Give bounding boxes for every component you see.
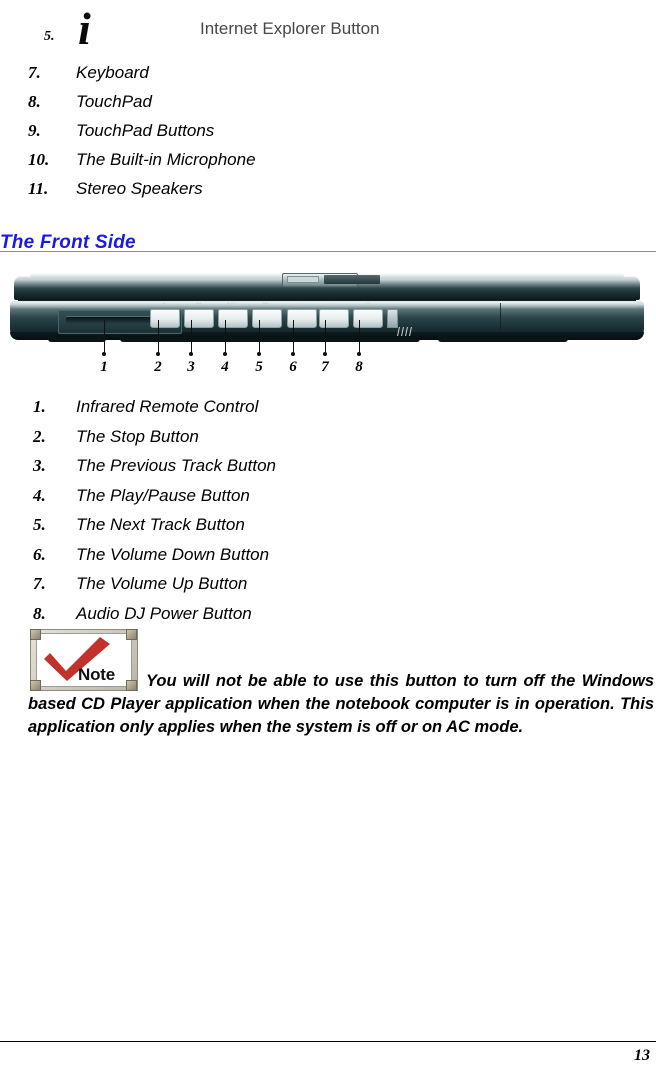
note-callout: Note You will not be able to use this bu…: [28, 627, 654, 739]
leader-dot-4: [223, 352, 227, 356]
continued-list-block: 5. i Internet Explorer Button 7. Keyboar…: [0, 0, 656, 203]
leader-line-6: [293, 320, 294, 354]
list-item: 2. The Stop Button: [0, 422, 656, 452]
list-item-label: Keyboard: [76, 63, 149, 82]
list-item-number: 10.: [28, 150, 50, 169]
list-item-label: The Built-in Microphone: [76, 150, 256, 169]
list-item-number: 3.: [33, 456, 46, 475]
leader-dot-8: [357, 352, 361, 356]
list-item: 1. Infrared Remote Control: [0, 392, 656, 422]
list-item: 6. The Volume Down Button: [0, 540, 656, 570]
list-item-label: Infrared Remote Control: [76, 397, 259, 416]
list-item-label: The Play/Pause Button: [76, 485, 250, 505]
list-item-number: 7.: [33, 574, 46, 593]
note-icon: Note: [28, 627, 140, 693]
list-item-number: 9.: [28, 121, 41, 140]
continued-list: 7. Keyboard 8. TouchPad 9. TouchPad Butt…: [0, 58, 656, 203]
leader-line-7: [325, 320, 326, 354]
callout-number-4: 4: [221, 359, 229, 375]
leader-dot-1: [102, 352, 106, 356]
leader-dot-3: [189, 352, 193, 356]
list-item-label: TouchPad Buttons: [76, 121, 215, 140]
list-item: 5. The Next Track Button: [0, 510, 656, 540]
list-item: 7. The Volume Up Button: [0, 569, 656, 599]
callout-number-1: 1: [100, 359, 108, 375]
leader-line-2: [158, 320, 159, 354]
list-item-label: The Next Track Button: [76, 515, 245, 534]
list-item-label: Audio DJ Power Button: [76, 603, 252, 623]
page-number: 13: [634, 1047, 650, 1064]
heading-divider: [0, 251, 656, 252]
list-item-number: 5.: [33, 515, 46, 534]
list-item: 11. Stereo Speakers: [0, 174, 656, 203]
callout-number-5: 5: [255, 359, 263, 375]
leader-dot-5: [257, 352, 261, 356]
callout-number-8: 8: [355, 359, 363, 375]
document-page: 5. i Internet Explorer Button 7. Keyboar…: [0, 0, 656, 1072]
leader-line-4: [225, 320, 226, 354]
list-item-number: 8.: [28, 92, 41, 111]
laptop-front-view-figure: ■ ◀◀ ▶❙❙ ▶▶ − + ⏻ 1 2 3 4 5 6 7 8: [0, 272, 656, 384]
leader-line-3: [191, 320, 192, 354]
note-corner-bottom-right: [126, 680, 137, 691]
list-item-label: The Volume Up Button: [76, 574, 248, 593]
callout-number-2: 2: [154, 359, 162, 375]
front-side-list: 1. Infrared Remote Control 2. The Stop B…: [0, 392, 656, 628]
note-corner-top-right: [126, 629, 137, 640]
list-item-label: Internet Explorer Button: [200, 19, 380, 38]
list-item-number: 2.: [33, 426, 46, 446]
list-item-number: 7.: [28, 63, 41, 82]
list-item-number: 6.: [33, 544, 46, 564]
callout-number-6: 6: [289, 359, 297, 375]
list-item-number: 4.: [33, 485, 46, 505]
list-item-label: The Volume Down Button: [76, 544, 270, 564]
list-item-label: The Stop Button: [76, 426, 199, 446]
internet-explorer-icon: i: [78, 3, 91, 54]
callout-number-7: 7: [321, 359, 329, 375]
figure-callouts: 1 2 3 4 5 6 7 8: [0, 272, 656, 384]
leader-line-5: [259, 320, 260, 354]
list-item-number: 8.: [33, 603, 46, 623]
list-item: 8. TouchPad: [0, 87, 656, 116]
list-item: 3. The Previous Track Button: [0, 451, 656, 481]
leader-line-1: [104, 320, 105, 354]
leader-dot-6: [291, 352, 295, 356]
list-item-number: 11.: [28, 179, 49, 198]
list-item-label: The Previous Track Button: [76, 456, 276, 475]
footer-divider: [0, 1041, 656, 1042]
leader-dot-2: [156, 352, 160, 356]
list-item-number: 1.: [33, 397, 46, 416]
list-item: 4. The Play/Pause Button: [0, 481, 656, 511]
list-item-number: 5.: [44, 29, 55, 44]
callout-number-3: 3: [187, 359, 195, 375]
leader-dot-7: [323, 352, 327, 356]
list-item: 9. TouchPad Buttons: [0, 116, 656, 145]
list-item-label: Stereo Speakers: [76, 179, 203, 198]
list-item-internet-explorer: 5. i Internet Explorer Button: [0, 0, 656, 58]
list-item: 7. Keyboard: [0, 58, 656, 87]
list-item-label: TouchPad: [76, 92, 152, 111]
list-item: 8. Audio DJ Power Button: [0, 599, 656, 629]
list-item: 10. The Built-in Microphone: [0, 145, 656, 174]
leader-line-8: [359, 320, 360, 354]
note-label: Note: [78, 665, 115, 684]
